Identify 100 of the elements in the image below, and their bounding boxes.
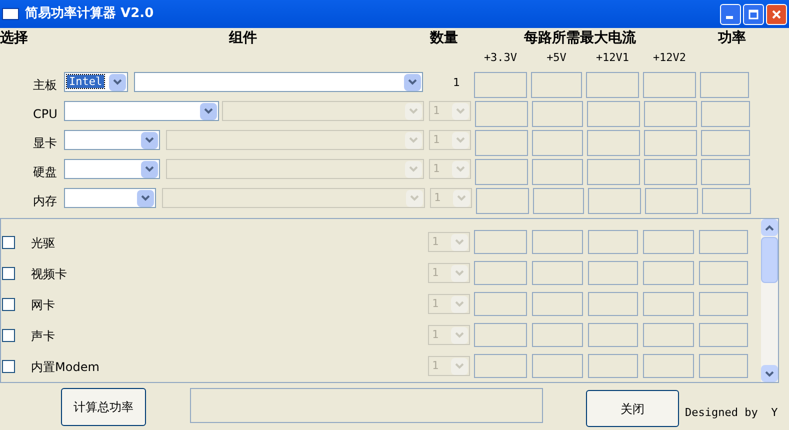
column-header: 数量 <box>430 30 458 46</box>
value-box <box>531 72 582 98</box>
scrollbar[interactable] <box>761 219 778 382</box>
value-box <box>699 323 748 347</box>
value-box <box>643 230 694 254</box>
value-box <box>474 261 527 285</box>
component-label: 光驱 <box>31 236 55 250</box>
value-box <box>476 188 529 214</box>
checkbox[interactable] <box>2 298 15 310</box>
dropdown[interactable] <box>64 159 160 179</box>
value-box <box>588 292 638 316</box>
value-box <box>699 230 748 254</box>
dropdown[interactable] <box>64 130 160 150</box>
checkbox[interactable] <box>2 360 15 372</box>
value-box <box>474 292 527 316</box>
column-header: 功率 <box>718 30 746 46</box>
scroll-down-button[interactable] <box>761 365 778 382</box>
dropdown[interactable]: Intel <box>64 72 128 92</box>
value-box <box>474 354 527 378</box>
value-box <box>587 130 640 156</box>
value-box <box>475 159 528 185</box>
close-icon <box>771 8 782 20</box>
column-header: 选择 <box>0 30 28 46</box>
scroll-up-button[interactable] <box>761 219 778 236</box>
calculate-button[interactable]: 计算总功率 <box>61 388 146 426</box>
component-label: 内存 <box>33 194 57 208</box>
value-box <box>643 292 694 316</box>
value-box <box>532 230 583 254</box>
value-box <box>643 354 694 378</box>
value-box <box>700 72 749 98</box>
value-box <box>586 72 639 98</box>
checkbox[interactable] <box>2 266 15 280</box>
dropdown[interactable]: 1 <box>429 159 471 179</box>
dropdown[interactable]: 1 <box>428 294 470 314</box>
value-box <box>701 130 750 156</box>
dropdown[interactable] <box>64 188 156 208</box>
component-label: 主板 <box>33 78 57 92</box>
value-box <box>532 261 583 285</box>
column-header: 组件 <box>229 30 257 46</box>
value-box <box>644 159 697 185</box>
value-box <box>532 130 583 156</box>
value-box <box>532 159 583 185</box>
value-box <box>699 261 748 285</box>
dropdown[interactable]: 1 <box>429 130 471 150</box>
close-button[interactable] <box>766 4 787 24</box>
maximize-icon <box>748 8 759 20</box>
component-label: 硬盘 <box>33 165 57 179</box>
dropdown[interactable] <box>134 72 423 92</box>
quantity-value: 1 <box>453 75 460 91</box>
value-box <box>532 354 583 378</box>
dropdown[interactable]: 1 <box>428 263 470 283</box>
value-box <box>699 354 748 378</box>
value-box <box>588 188 641 214</box>
rail-label: +12V2 <box>652 50 686 66</box>
value-box <box>474 230 527 254</box>
value-box <box>701 159 750 185</box>
component-label: 内置Modem <box>31 360 100 374</box>
component-label: CPU <box>33 107 58 121</box>
value-box <box>532 292 583 316</box>
value-box <box>587 159 640 185</box>
component-label: 声卡 <box>31 329 55 343</box>
dropdown[interactable]: 1 <box>428 325 470 345</box>
dropdown[interactable]: 1 <box>428 232 470 252</box>
value-box <box>644 101 697 127</box>
value-box <box>588 261 638 285</box>
dropdown[interactable]: 1 <box>429 101 471 121</box>
value-box <box>588 354 638 378</box>
checkbox[interactable] <box>2 236 15 248</box>
rail-label: +3.3V <box>484 50 518 66</box>
value-box <box>533 188 584 214</box>
value-box <box>643 72 696 98</box>
dropdown[interactable]: 1 <box>430 188 472 208</box>
component-label: 视频卡 <box>31 267 67 281</box>
checkbox[interactable] <box>2 328 15 342</box>
value-box <box>532 101 583 127</box>
maximize-button[interactable] <box>743 4 764 24</box>
component-label: 显卡 <box>33 136 57 150</box>
value-box <box>645 188 698 214</box>
minimize-button[interactable] <box>720 4 741 24</box>
value-box <box>643 323 694 347</box>
value-box <box>588 323 638 347</box>
value-box <box>701 101 750 127</box>
dropdown[interactable] <box>64 101 219 121</box>
column-header: 每路所需最大电流 <box>524 30 636 46</box>
close-button[interactable]: 关闭 <box>586 390 679 427</box>
scroll-thumb[interactable] <box>761 237 778 283</box>
minimize-icon <box>726 16 732 18</box>
value-box <box>699 292 748 316</box>
value-box <box>643 261 694 285</box>
value-box <box>702 188 751 214</box>
value-box <box>475 130 528 156</box>
window-icon <box>2 8 19 20</box>
component-label: 网卡 <box>31 298 55 312</box>
value-box <box>475 101 528 127</box>
value-box <box>587 101 640 127</box>
value-box <box>474 323 527 347</box>
dropdown[interactable]: 1 <box>428 356 470 376</box>
rail-label: +12V1 <box>596 50 630 66</box>
value-box <box>474 72 527 98</box>
rail-label: +5V <box>546 50 566 66</box>
